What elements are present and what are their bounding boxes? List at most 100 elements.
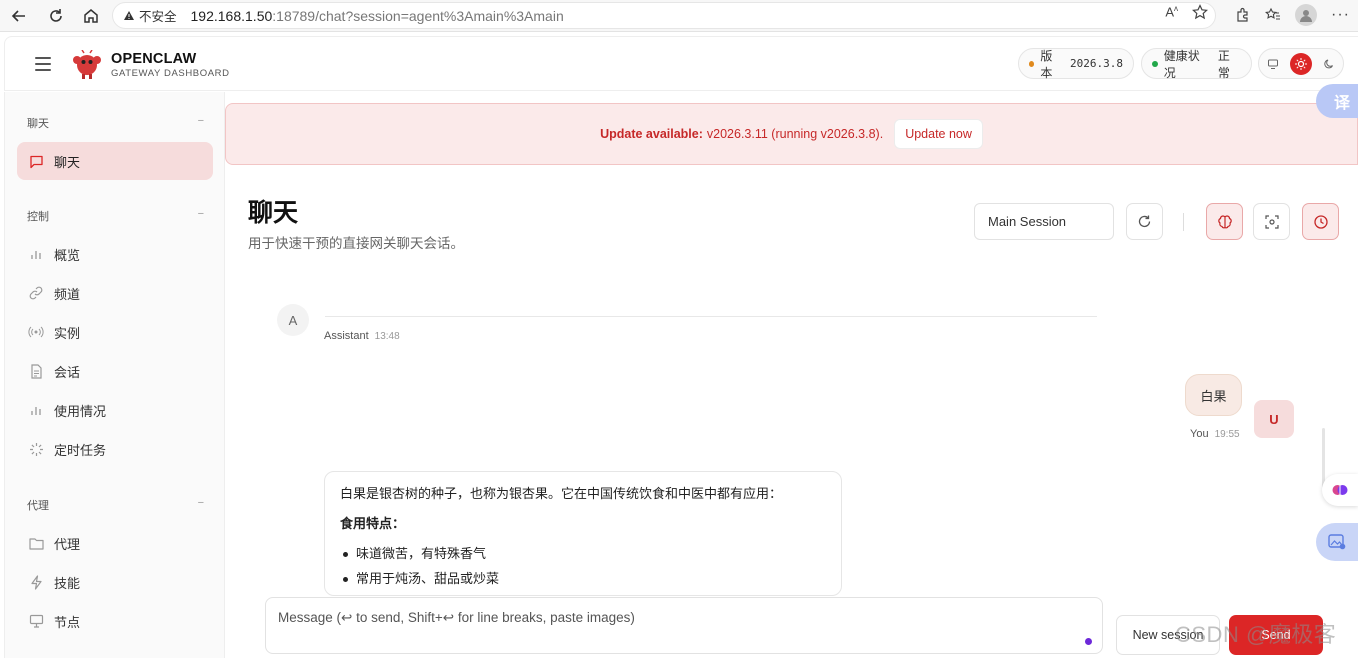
sidebar-item-label: 使用情况 — [54, 403, 107, 419]
cron-toggle-button[interactable] — [1302, 203, 1339, 240]
browser-toolbar: 不安全 192.168.1.50:18789/chat?session=agen… — [0, 0, 1358, 32]
favorite-star-icon[interactable] — [1192, 4, 1208, 20]
version-label: 版本 — [1040, 48, 1053, 80]
sidebar-item-cron-jobs[interactable]: 定时任务 — [17, 430, 213, 468]
sidebar-item-label: 定时任务 — [54, 442, 107, 458]
user-message-bubble: 白果 — [1185, 374, 1242, 416]
sidebar-item-label: 实例 — [54, 325, 81, 341]
sidebar-item-skills[interactable]: 技能 — [17, 563, 213, 601]
profile-avatar[interactable] — [1295, 4, 1318, 26]
link-icon — [27, 284, 45, 302]
group-collapse-button[interactable]: − — [198, 208, 204, 220]
sidebar-item-instances[interactable]: 实例 — [17, 313, 213, 351]
brain-icon — [1217, 214, 1232, 228]
health-label: 健康状况 — [1163, 48, 1200, 80]
theme-switcher — [1258, 48, 1344, 79]
image-icon — [1328, 534, 1346, 550]
favorites-icon[interactable] — [1265, 7, 1281, 23]
warning-icon — [124, 10, 134, 20]
sidebar: 聊天 − 聊天 控制 − 概览 频道 实例 会话 使用情况 定时任务 代理 − … — [4, 92, 225, 658]
url-path: :18789/chat?session=agent%3Amain%3Amain — [272, 7, 564, 24]
list-item: 味道微苦，有特殊香气 — [340, 545, 826, 563]
monitor-theme-icon[interactable] — [1262, 53, 1284, 75]
translate-widget[interactable]: 译 — [1316, 84, 1358, 118]
monitor-icon — [27, 612, 45, 630]
openclaw-logo — [71, 49, 103, 85]
sidebar-item-label: 代理 — [54, 536, 81, 552]
sidebar-item-label: 技能 — [54, 575, 81, 591]
page-subtitle: 用于快速干预的直接网关聊天会话。 — [248, 236, 464, 251]
reply-heading: 食用特点： — [340, 516, 406, 532]
group-collapse-button[interactable]: − — [198, 497, 204, 509]
update-banner-prefix: Update available: — [600, 127, 703, 141]
security-warning[interactable]: 不安全 — [123, 6, 177, 25]
extensions-icon[interactable] — [1235, 7, 1251, 23]
message-square-icon — [27, 152, 45, 170]
read-aloud-icon[interactable]: Aʌ — [1165, 4, 1178, 19]
sidebar-item-sessions[interactable]: 会话 — [17, 352, 213, 390]
refresh-button[interactable] — [1126, 203, 1163, 240]
sidebar-item-label: 聊天 — [54, 154, 81, 170]
message-time: 19:55 — [1214, 429, 1240, 440]
bar-chart-icon — [27, 401, 45, 419]
sidebar-item-label: 会话 — [54, 364, 81, 380]
brand-subtitle: GATEWAY DASHBOARD — [111, 68, 230, 79]
app-header: OPENCLAW GATEWAY DASHBOARD 版本 2026.3.8 健… — [4, 36, 1358, 91]
update-now-button[interactable]: Update now — [894, 119, 983, 149]
send-button[interactable]: Send — [1229, 615, 1323, 655]
health-value: 正常 — [1217, 48, 1230, 80]
address-actions: Aʌ — [1165, 4, 1208, 20]
version-badge: 版本 2026.3.8 — [1018, 48, 1134, 80]
sidebar-item-label: 节点 — [54, 614, 81, 630]
image-tool-widget[interactable] — [1316, 523, 1358, 561]
sidebar-item-channels[interactable]: 频道 — [17, 274, 213, 312]
scan-icon — [1264, 214, 1279, 229]
sidebar-group-control: 控制 — [27, 211, 49, 223]
reload-icon[interactable] — [45, 5, 67, 27]
sidebar-group-agents: 代理 — [27, 500, 49, 512]
sidebar-item-chat[interactable]: 聊天 — [17, 142, 213, 180]
file-text-icon — [27, 362, 45, 380]
ai-assistant-widget[interactable] — [1322, 474, 1358, 506]
session-select[interactable]: Main Session — [974, 203, 1114, 240]
health-status-dot — [1152, 60, 1158, 67]
message-placeholder: Message (↩ to send, Shift+↩ for line bre… — [278, 610, 635, 625]
url-host: 192.168.1.50 — [190, 7, 273, 24]
clock-icon — [1313, 214, 1328, 229]
message-time: 13:48 — [374, 331, 400, 342]
sun-theme-icon[interactable] — [1290, 52, 1312, 75]
user-avatar: U — [1254, 400, 1294, 438]
health-badge: 健康状况 正常 — [1141, 48, 1252, 80]
address-bar[interactable]: 不安全 192.168.1.50:18789/chat?session=agen… — [112, 2, 1216, 29]
sidebar-group-chat: 聊天 — [27, 118, 49, 130]
list-item: 常用于炖汤、甜品或炒菜 — [340, 570, 826, 588]
sidebar-item-usage[interactable]: 使用情况 — [17, 391, 213, 429]
sidebar-item-nodes[interactable]: 节点 — [17, 602, 213, 640]
more-menu-icon[interactable]: ··· — [1331, 6, 1350, 24]
zap-icon — [27, 573, 45, 591]
group-collapse-button[interactable]: − — [198, 115, 204, 127]
sidebar-item-agents[interactable]: 代理 — [17, 524, 213, 562]
assistant-avatar: A — [277, 304, 309, 336]
menu-toggle-icon[interactable] — [35, 57, 51, 75]
message-divider — [325, 316, 1097, 317]
assistant-meta: Assistant 13:48 — [324, 330, 400, 342]
bar-chart-icon — [27, 245, 45, 263]
update-banner-message: v2026.3.11 (running v2026.3.8). — [706, 127, 884, 141]
moon-theme-icon[interactable] — [1318, 53, 1340, 75]
home-icon[interactable] — [80, 5, 102, 27]
radio-icon — [27, 323, 45, 341]
loader-icon — [27, 440, 45, 458]
brain-icon — [1332, 485, 1348, 495]
new-session-button[interactable]: New session — [1116, 615, 1220, 655]
sidebar-item-overview[interactable]: 概览 — [17, 235, 213, 273]
reply-intro: 白果是银杏树的种子，也称为银杏果。它在中国传统饮食和中医中都有应用： — [340, 486, 783, 501]
assistant-message-bubble: 白果是银杏树的种子，也称为银杏果。它在中国传统饮食和中医中都有应用： 食用特点：… — [324, 471, 842, 596]
assistant-name: Assistant — [324, 330, 369, 342]
back-icon[interactable] — [8, 5, 30, 27]
focus-mode-button[interactable] — [1253, 203, 1290, 240]
refresh-icon — [1138, 215, 1151, 228]
thinking-toggle-button[interactable] — [1206, 203, 1243, 240]
message-input[interactable]: Message (↩ to send, Shift+↩ for line bre… — [265, 597, 1103, 654]
user-meta: You 19:55 — [1190, 428, 1240, 440]
